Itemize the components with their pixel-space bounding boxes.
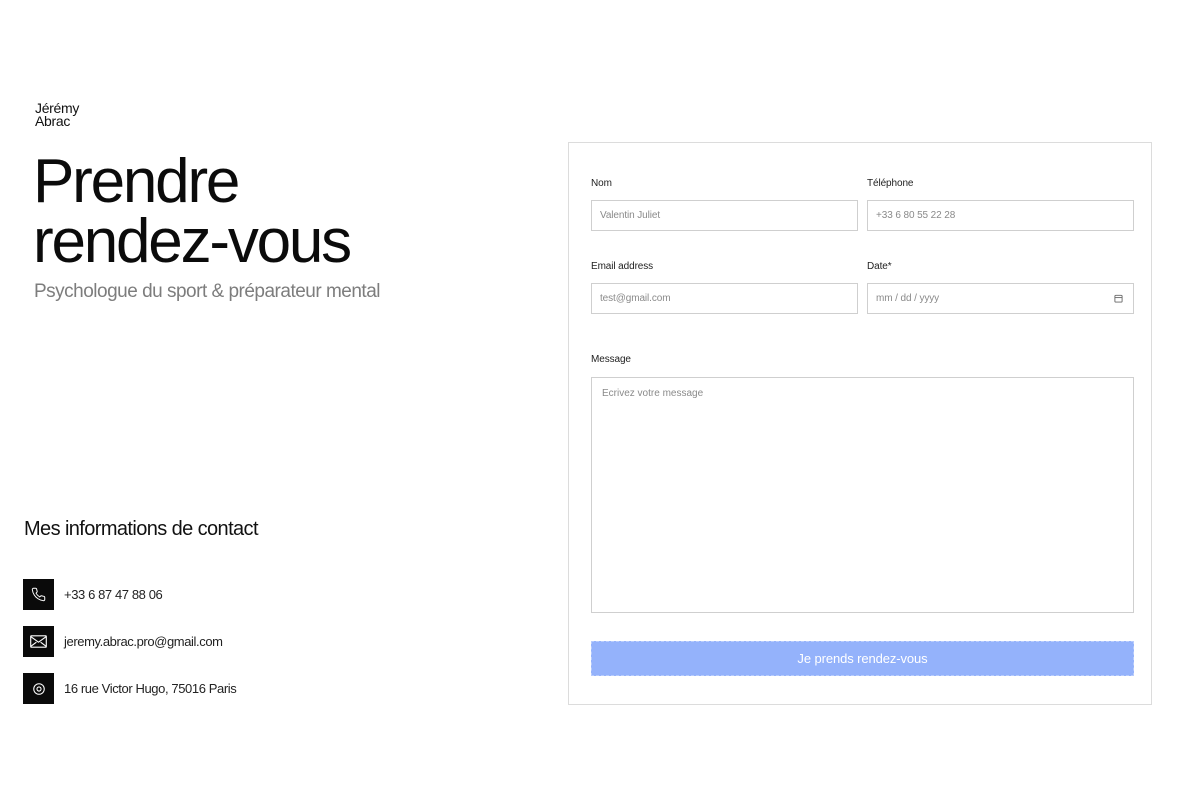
calendar-icon[interactable] [1114,294,1123,306]
location-pin-icon [23,673,54,704]
email-field[interactable]: test@gmail.com [591,283,858,314]
page-title-line-2: rendez-vous [33,207,352,276]
brand-logo[interactable]: Jérémy Abrac [35,101,79,129]
date-label: Date* [867,261,892,272]
name-field[interactable]: Valentin Juliet [591,200,858,231]
contact-email-text: jeremy.abrac.pro@gmail.com [64,634,223,649]
date-field[interactable]: mm / dd / yyyy [867,283,1134,314]
message-placeholder: Ecrivez votre message [602,388,704,399]
name-placeholder: Valentin Juliet [600,210,661,221]
submit-button[interactable]: Je prends rendez-vous [591,641,1134,676]
contact-heading: Mes informations de contact [24,518,259,540]
date-placeholder: mm / dd / yyyy [876,293,940,304]
phone-icon [23,579,54,610]
contact-address-text: 16 rue Victor Hugo, 75016 Paris [64,681,237,696]
contact-item-phone[interactable]: +33 6 87 47 88 06 [23,579,236,610]
email-label: Email address [591,261,654,272]
contact-item-email[interactable]: jeremy.abrac.pro@gmail.com [23,626,236,657]
message-label: Message [591,354,631,365]
message-field[interactable]: Ecrivez votre message [591,377,1134,613]
phone-placeholder: +33 6 80 55 22 28 [876,210,956,221]
name-label: Nom [591,178,612,189]
email-placeholder: test@gmail.com [600,293,671,304]
contact-list: +33 6 87 47 88 06 jeremy.abrac.pro@gmail… [23,579,237,720]
page-title-line-1: Prendre [33,147,240,216]
contact-phone-text: +33 6 87 47 88 06 [64,587,163,602]
page-subtitle: Psychologue du sport & préparateur menta… [34,281,381,302]
appointment-form: Nom Valentin Juliet Téléphone +33 6 80 5… [568,142,1152,705]
brand-last-name: Abrac [35,113,71,129]
mail-icon [23,626,54,657]
page: Jérémy Abrac Prendre rendez-vous Psychol… [0,0,1200,800]
page-title: Prendre rendez-vous [33,147,352,276]
phone-field[interactable]: +33 6 80 55 22 28 [867,200,1134,231]
contact-item-address[interactable]: 16 rue Victor Hugo, 75016 Paris [23,673,237,704]
phone-label: Téléphone [867,178,914,189]
